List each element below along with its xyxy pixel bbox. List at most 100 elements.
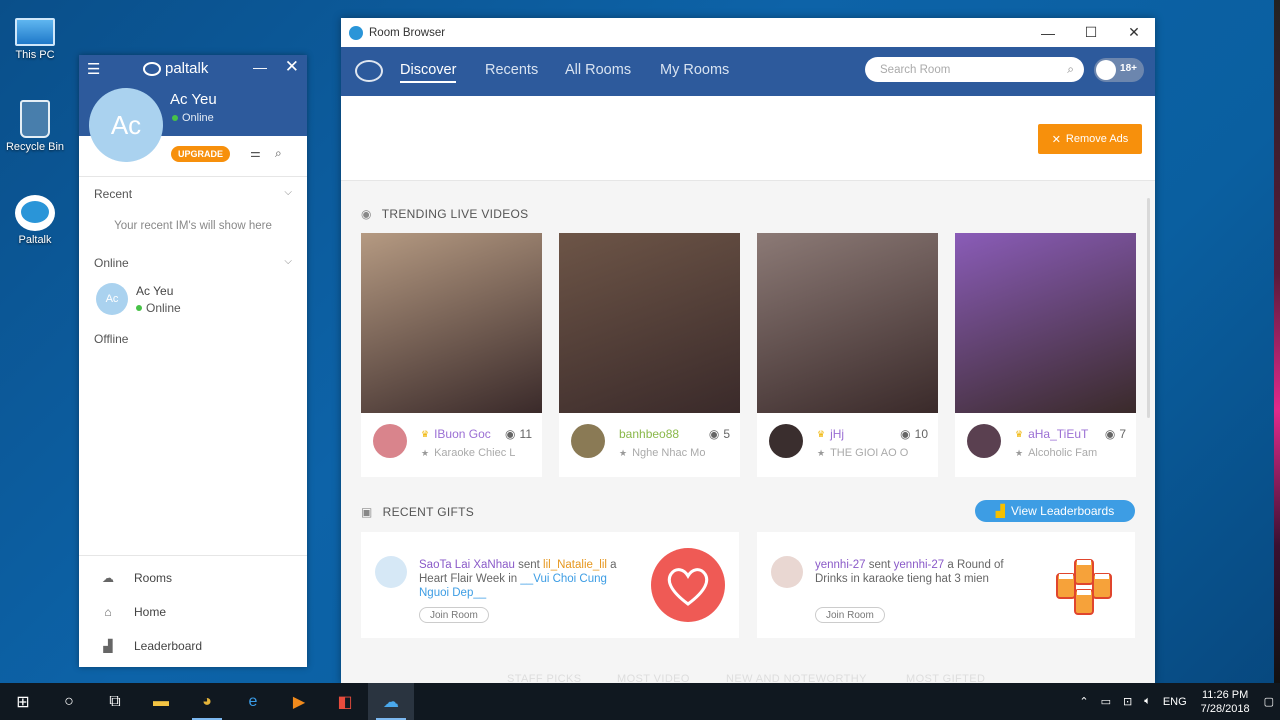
cortana-button[interactable]: ○ [46, 683, 92, 720]
toggle-label: 18+ [1120, 63, 1137, 74]
nav-leaderboard[interactable]: ▟ Leaderboard [100, 639, 202, 653]
paltalk-logo-icon [143, 61, 161, 76]
taskbar: ⊞ ○ ⧉ ▬ ◕ e ▶ ◧ ☁ ⌃ ▭ ⊡ 🔈︎ ENG 11:26 PM 7… [0, 683, 1280, 720]
search-icon[interactable]: ⌕ [1067, 62, 1074, 77]
search-box: ⌕ [865, 57, 1084, 82]
close-button[interactable]: ✕ [1113, 18, 1155, 47]
section-recent[interactable]: Recent ⌵ [94, 187, 292, 201]
gift-icon: ▣ [361, 505, 373, 519]
start-button[interactable]: ⊞ [0, 683, 46, 720]
trending-video-card[interactable]: ♛ aHa_TiEuT ◉ 7 ★ Alcoholic Fam [955, 233, 1136, 477]
adult-content-toggle[interactable]: 18+ [1094, 58, 1144, 82]
show-hidden-icons-icon[interactable]: ⌃ [1073, 695, 1094, 708]
trending-video-card[interactable]: ♛ jHj ◉ 10 ★ THE GIOI AO O [757, 233, 938, 477]
room-name: ★ Nghe Nhac Mo [619, 447, 706, 459]
trending-video-card[interactable]: ♛ IBuon Goc ◉ 11 ★ Karaoke Chiec L [361, 233, 542, 477]
paltalk-logo: paltalk [143, 60, 208, 77]
broadcaster-name: ♛ IBuon Goc [421, 427, 491, 441]
leaderboard-icon: ▟ [995, 504, 1006, 518]
contact-item[interactable]: Ac Ac Yeu Online [96, 283, 181, 315]
taskbar-app-red[interactable]: ◧ [322, 683, 368, 720]
ad-banner: ✕ Remove Ads [341, 96, 1155, 181]
viewer-count: ◉ 5 [708, 427, 730, 441]
broadcaster-avatar [769, 424, 803, 458]
scrollbar[interactable] [1147, 198, 1150, 418]
edge-icon: e [248, 692, 258, 710]
join-room-button[interactable]: Join Room [419, 607, 489, 623]
close-button[interactable]: ✕ [285, 57, 299, 77]
taskbar-file-explorer[interactable]: ▬ [138, 683, 184, 720]
eye-icon: ◉ [708, 427, 720, 441]
pin-icon: ★ [421, 447, 430, 458]
desktop-icon-paltalk[interactable]: Paltalk [4, 195, 66, 246]
contact-name: Ac Yeu [136, 283, 174, 298]
language-indicator[interactable]: ENG [1157, 696, 1193, 708]
join-room-button[interactable]: Join Room [815, 607, 885, 623]
crown-icon: ♛ [817, 428, 826, 439]
room-name: ★ Karaoke Chiec L [421, 447, 516, 459]
paltalk-app-icon [349, 25, 363, 40]
upgrade-button[interactable]: UPGRADE [171, 146, 231, 162]
tab-recents[interactable]: Recents [485, 62, 538, 78]
computer-icon [15, 18, 55, 46]
minimize-button[interactable]: — [1027, 18, 1069, 47]
taskbar-chrome[interactable]: ◕ [184, 683, 230, 720]
pin-icon: ★ [619, 447, 628, 458]
view-leaderboards-button[interactable]: ▟ View Leaderboards [975, 500, 1135, 522]
clock[interactable]: 11:26 PM 7/28/2018 [1193, 688, 1258, 716]
desktop-icon-this-pc[interactable]: This PC [4, 10, 66, 61]
hamburger-menu-icon[interactable]: ☰ [87, 60, 103, 78]
desktop-icon-label: Recycle Bin [5, 141, 65, 153]
trending-video-card[interactable]: banhbeo88 ◉ 5 ★ Nghe Nhac Mo [559, 233, 740, 477]
contact-status: Online [136, 301, 181, 315]
background-window-edge [1274, 0, 1280, 683]
media-player-icon: ▶ [292, 693, 306, 711]
tray-app-icon[interactable]: ▭ [1095, 695, 1117, 708]
nav-rooms[interactable]: ☁ Rooms [100, 571, 172, 585]
broadcaster-name: ♛ aHa_TiEuT [1015, 427, 1089, 441]
video-thumbnail[interactable] [559, 233, 740, 413]
video-thumbnail[interactable] [361, 233, 542, 413]
filter-icon[interactable]: ⚌ [250, 146, 261, 160]
video-thumbnail[interactable] [955, 233, 1136, 413]
system-tray: ⌃ ▭ ⊡ 🔈︎ ENG 11:26 PM 7/28/2018 ▢ [1073, 683, 1280, 720]
viewer-count: ◉ 7 [1104, 427, 1126, 441]
desktop-icon-label: This PC [15, 49, 55, 61]
taskbar-edge[interactable]: e [230, 683, 276, 720]
network-icon[interactable]: ⊡ [1117, 695, 1138, 708]
eye-icon: ◉ [505, 427, 516, 441]
window-title: Room Browser [369, 26, 446, 39]
viewer-count: ◉ 10 [900, 427, 928, 441]
tab-discover[interactable]: Discover [400, 62, 457, 83]
tab-my-rooms[interactable]: My Rooms [660, 62, 729, 78]
search-input[interactable] [880, 63, 1050, 76]
gift-text: SaoTa Lai XaNhau sent lil_Natalie_lil a … [419, 559, 617, 599]
section-offline[interactable]: Offline [94, 332, 128, 346]
volume-icon[interactable]: 🔈︎ [1138, 695, 1157, 708]
viewer-count: ◉ 11 [505, 427, 532, 441]
minimize-button[interactable]: — [253, 59, 267, 75]
user-name: Ac Yeu [170, 91, 217, 108]
user-status: Online [172, 112, 214, 124]
tab-all-rooms[interactable]: All Rooms [565, 62, 631, 78]
broadcaster-name: banhbeo88 [619, 427, 680, 441]
desktop-icon-recycle-bin[interactable]: Recycle Bin [4, 100, 66, 153]
notifications-icon[interactable]: ▢ [1258, 695, 1280, 708]
taskbar-paltalk[interactable]: ☁ [368, 683, 414, 720]
chevron-down-icon: ⌵ [284, 256, 292, 267]
title-bar: Room Browser — ☐ ✕ [341, 18, 1155, 47]
crown-icon: ♛ [1015, 428, 1024, 439]
paltalk-bottom-nav: ☁ Rooms ⌂ Home ▟ Leaderboard [79, 555, 307, 667]
task-view-button[interactable]: ⧉ [92, 683, 138, 720]
video-thumbnail[interactable] [757, 233, 938, 413]
taskbar-media-player[interactable]: ▶ [276, 683, 322, 720]
nav-home[interactable]: ⌂ Home [100, 605, 166, 619]
gift-card: SaoTa Lai XaNhau sent lil_Natalie_lil a … [361, 532, 739, 638]
crown-icon: ♛ [421, 428, 430, 439]
heart-gift-icon [651, 548, 725, 622]
section-online[interactable]: Online ⌵ [94, 256, 292, 270]
recycle-bin-icon [20, 100, 50, 138]
remove-ads-button[interactable]: ✕ Remove Ads [1038, 124, 1142, 154]
search-icon[interactable]: ⌕ [275, 146, 282, 161]
maximize-button[interactable]: ☐ [1070, 18, 1112, 47]
